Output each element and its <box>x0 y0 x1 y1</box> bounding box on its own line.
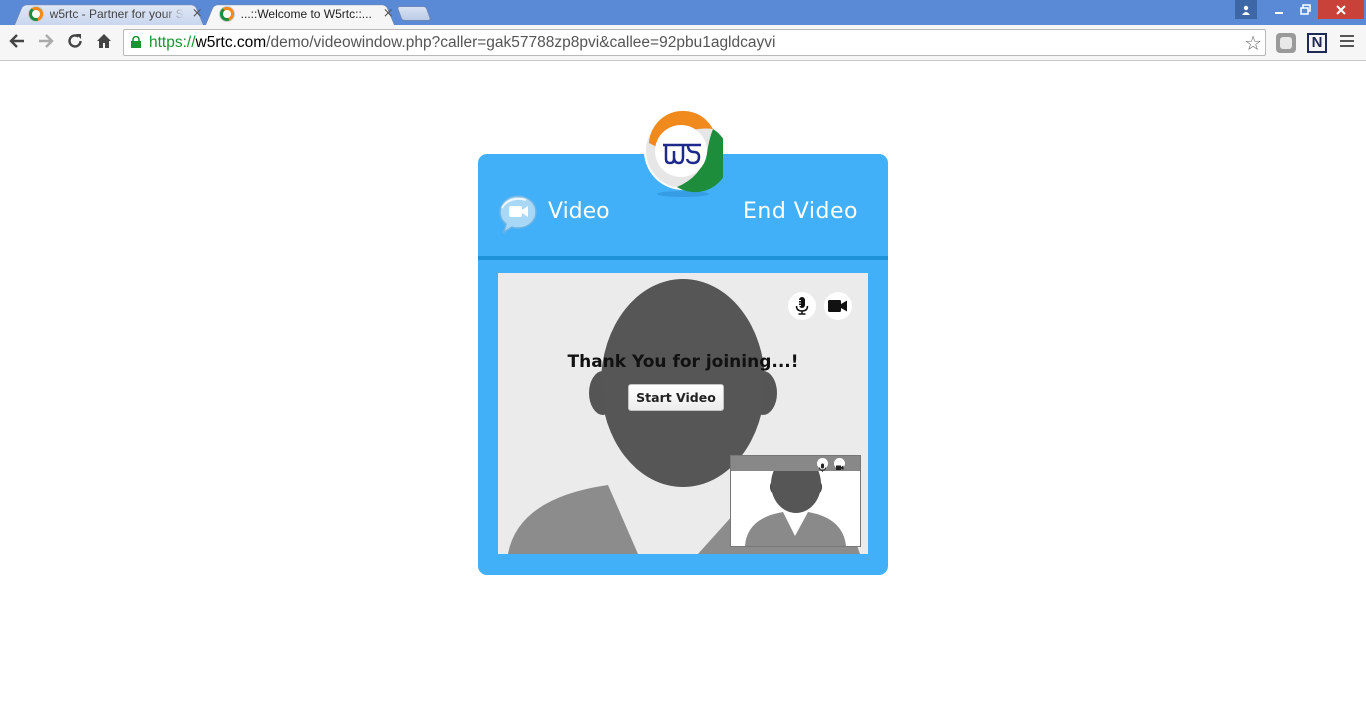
video-chat-icon <box>499 195 537 234</box>
video-heading: Video <box>548 199 610 224</box>
reload-icon <box>68 34 82 48</box>
tab-welcome[interactable]: ...::Welcome to W5rtc::... × <box>205 2 395 25</box>
tab-close-icon[interactable]: × <box>381 6 395 21</box>
video-camera-icon <box>828 300 847 312</box>
browser-titlebar: w5rtc - Partner for your Success × ...::… <box>0 0 1366 25</box>
start-video-button[interactable]: Start Video <box>628 384 724 411</box>
microphone-icon <box>795 297 809 315</box>
tab-w5rtc-partner[interactable]: w5rtc - Partner for your Success × <box>14 2 204 25</box>
close-window-button[interactable] <box>1318 0 1364 19</box>
extension-n-icon[interactable]: N <box>1307 33 1327 53</box>
home-icon <box>97 34 111 48</box>
tab-title: ...::Welcome to W5rtc::... <box>240 6 372 21</box>
forward-button[interactable] <box>35 32 57 54</box>
chrome-menu-icon[interactable] <box>1340 35 1354 50</box>
new-tab-button[interactable] <box>396 6 432 21</box>
home-button[interactable] <box>93 32 115 54</box>
lock-icon <box>131 36 141 48</box>
preview-microphone-icon[interactable] <box>817 458 828 472</box>
w5rtc-logo <box>644 110 723 197</box>
camera-toggle-button[interactable] <box>824 292 852 320</box>
join-message: Thank You for joining...! <box>567 352 799 372</box>
back-button[interactable] <box>6 32 28 54</box>
user-profile-icon[interactable] <box>1235 0 1257 19</box>
address-bar[interactable]: https://w5rtc.com/demo/videowindow.php?c… <box>123 29 1266 56</box>
minimize-button[interactable] <box>1266 0 1292 19</box>
extension-shield-icon[interactable] <box>1276 33 1296 53</box>
w5rtc-favicon-icon <box>28 5 44 22</box>
tab-title: w5rtc - Partner for your Success <box>49 6 185 21</box>
remote-video-area: Thank You for joining...! Start Video <box>498 273 868 554</box>
microphone-toggle-button[interactable] <box>788 292 816 320</box>
forward-arrow-icon <box>39 34 54 48</box>
end-video-button[interactable]: End Video <box>743 199 858 224</box>
tab-close-icon[interactable]: × <box>190 6 204 21</box>
url-text: https://w5rtc.com/demo/videowindow.php?c… <box>149 34 776 51</box>
bookmark-star-icon[interactable]: ☆ <box>1244 31 1262 55</box>
browser-toolbar: https://w5rtc.com/demo/videowindow.php?c… <box>0 25 1366 61</box>
restore-button[interactable] <box>1292 0 1318 19</box>
back-arrow-icon <box>9 34 24 48</box>
preview-camera-icon[interactable] <box>834 458 845 470</box>
w5rtc-favicon-icon <box>219 5 235 22</box>
local-video-preview <box>730 455 861 547</box>
reload-button[interactable] <box>64 32 86 54</box>
